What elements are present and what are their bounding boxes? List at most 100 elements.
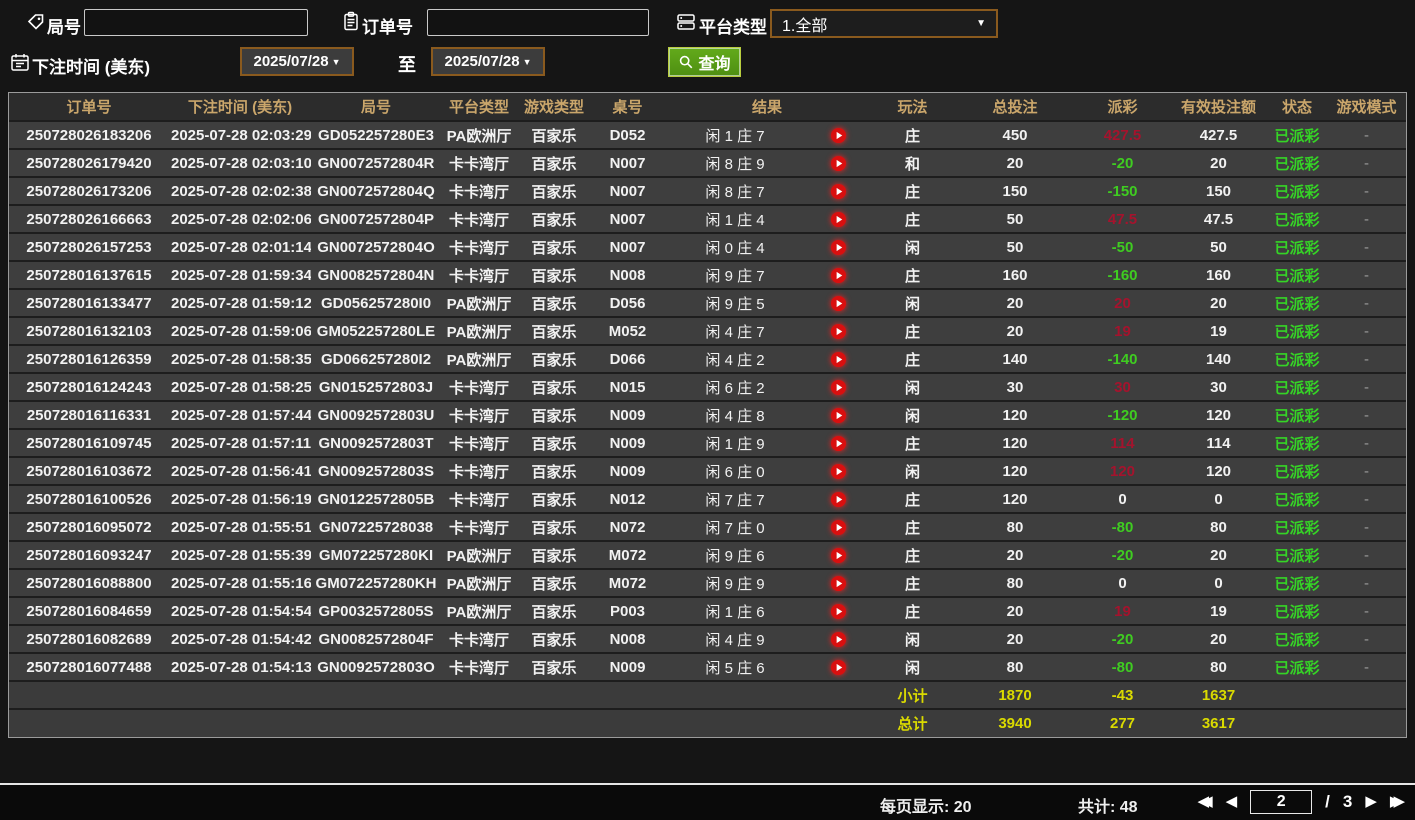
cell-bet-time: 2025-07-28 02:02:38: [169, 176, 311, 205]
play-icon[interactable]: [806, 294, 870, 312]
cell-table-no: P003: [591, 596, 664, 625]
cell-status: 已派彩: [1267, 456, 1327, 485]
play-icon[interactable]: [806, 350, 870, 368]
platform-select[interactable]: 1.全部 ▼: [770, 9, 998, 38]
play-icon[interactable]: [806, 182, 870, 200]
play-icon[interactable]: [806, 574, 870, 592]
order-no-input[interactable]: [427, 9, 649, 36]
cell-status: 已派彩: [1267, 148, 1327, 177]
cell-payout: 19: [1075, 596, 1170, 625]
play-icon[interactable]: [806, 602, 870, 620]
cell-bet-time: 2025-07-28 01:56:19: [169, 484, 311, 513]
play-icon[interactable]: [806, 266, 870, 284]
filter-bar: 局号 订单号 平台类型 1.全部 ▼ 下注时间 (美东) 2025/07/28 …: [0, 0, 1415, 92]
cell-result: 闲 1 庄 7: [664, 120, 870, 149]
cell-table-no: N007: [591, 176, 664, 205]
cell-game-mode: -: [1327, 344, 1406, 373]
cell-game-type: 百家乐: [517, 204, 591, 233]
cell-platform: 卡卡湾厅: [441, 456, 517, 485]
play-icon[interactable]: [806, 490, 870, 508]
date-to-picker[interactable]: 2025/07/28 ▼: [431, 47, 545, 76]
last-page-button[interactable]: ▶▶: [1390, 789, 1405, 815]
cell-valid-bet: 0: [1170, 484, 1267, 513]
game-no-input[interactable]: [84, 9, 308, 36]
cell-play-type: 庄: [870, 428, 955, 457]
cell-result: 闲 8 庄 9: [664, 148, 870, 177]
play-icon[interactable]: [806, 406, 870, 424]
total-count-label: 共计: 48: [1078, 799, 1138, 816]
cell-status: 已派彩: [1267, 652, 1327, 681]
search-button[interactable]: 查询: [668, 47, 741, 77]
prev-page-button[interactable]: ◀: [1226, 789, 1238, 815]
cell-table-no: D066: [591, 344, 664, 373]
play-icon[interactable]: [806, 434, 870, 452]
play-icon[interactable]: [806, 322, 870, 340]
cell-result: 闲 4 庄 9: [664, 624, 870, 653]
cell-bet-time: 2025-07-28 01:59:06: [169, 316, 311, 345]
first-page-button[interactable]: ◀◀: [1198, 789, 1213, 815]
result-text: 闲 9 庄 5: [705, 295, 765, 313]
cell-total-bet: 150: [955, 176, 1075, 205]
play-icon[interactable]: [806, 546, 870, 564]
play-icon[interactable]: [806, 462, 870, 480]
cell-game-mode: -: [1327, 596, 1406, 625]
cell-order-no: 250728016116331: [9, 400, 169, 429]
table-row: 250728026166663 2025-07-28 02:02:06 GN00…: [9, 204, 1406, 233]
page-input[interactable]: [1250, 790, 1313, 814]
date-from-picker[interactable]: 2025/07/28 ▼: [240, 47, 354, 76]
cell-valid-bet: 30: [1170, 372, 1267, 401]
cell-bet-time: 2025-07-28 01:59:34: [169, 260, 311, 289]
cell-table-no: D056: [591, 288, 664, 317]
play-icon[interactable]: [806, 378, 870, 396]
cell-platform: PA欧洲厅: [441, 568, 517, 597]
next-page-button[interactable]: ▶: [1365, 789, 1377, 815]
cell-valid-bet: 0: [1170, 568, 1267, 597]
cell-bet-time: 2025-07-28 01:54:54: [169, 596, 311, 625]
result-text: 闲 7 庄 7: [705, 491, 765, 509]
cell-table-no: N009: [591, 428, 664, 457]
column-header: 玩法: [870, 93, 955, 121]
table-row: 250728016109745 2025-07-28 01:57:11 GN00…: [9, 428, 1406, 457]
total-pages: 3: [1342, 792, 1353, 811]
table-row: 250728026183206 2025-07-28 02:03:29 GD05…: [9, 120, 1406, 149]
result-text: 闲 4 庄 7: [705, 323, 765, 341]
cell-table-no: N072: [591, 512, 664, 541]
cell-game-mode: -: [1327, 288, 1406, 317]
result-text: 闲 4 庄 9: [705, 631, 765, 649]
calendar-icon: [10, 52, 30, 72]
cell-table-no: N015: [591, 372, 664, 401]
cell-status: 已派彩: [1267, 400, 1327, 429]
play-icon[interactable]: [806, 518, 870, 536]
cell-payout: 47.5: [1075, 204, 1170, 233]
column-header: 平台类型: [441, 93, 517, 121]
table-row: 250728026173206 2025-07-28 02:02:38 GN00…: [9, 176, 1406, 205]
cell-game-type: 百家乐: [517, 400, 591, 429]
play-icon[interactable]: [806, 658, 870, 676]
cell-payout: 0: [1075, 484, 1170, 513]
cell-game-mode: -: [1327, 456, 1406, 485]
cell-order-no: 250728026166663: [9, 204, 169, 233]
cell-platform: 卡卡湾厅: [441, 148, 517, 177]
per-page-label: 每页显示: 20: [880, 799, 972, 816]
total-spacer: [9, 708, 870, 737]
cell-game-no: GN0072572804O: [311, 232, 441, 261]
cell-payout: -140: [1075, 344, 1170, 373]
play-icon[interactable]: [806, 238, 870, 256]
play-icon[interactable]: [806, 630, 870, 648]
cell-play-type: 庄: [870, 316, 955, 345]
cell-valid-bet: 120: [1170, 456, 1267, 485]
subtotal-valid: 1637: [1170, 680, 1267, 709]
cell-payout: -20: [1075, 540, 1170, 569]
cell-total-bet: 50: [955, 232, 1075, 261]
platform-selected-value: 1.全部: [782, 17, 828, 35]
play-icon[interactable]: [806, 154, 870, 172]
column-header: 游戏模式: [1327, 93, 1406, 121]
cell-game-type: 百家乐: [517, 428, 591, 457]
cell-total-bet: 120: [955, 400, 1075, 429]
cell-payout: -160: [1075, 260, 1170, 289]
cell-order-no: 250728016084659: [9, 596, 169, 625]
cell-game-no: GP0032572805S: [311, 596, 441, 625]
play-icon[interactable]: [806, 210, 870, 228]
play-icon[interactable]: [806, 126, 870, 144]
cell-payout: 114: [1075, 428, 1170, 457]
